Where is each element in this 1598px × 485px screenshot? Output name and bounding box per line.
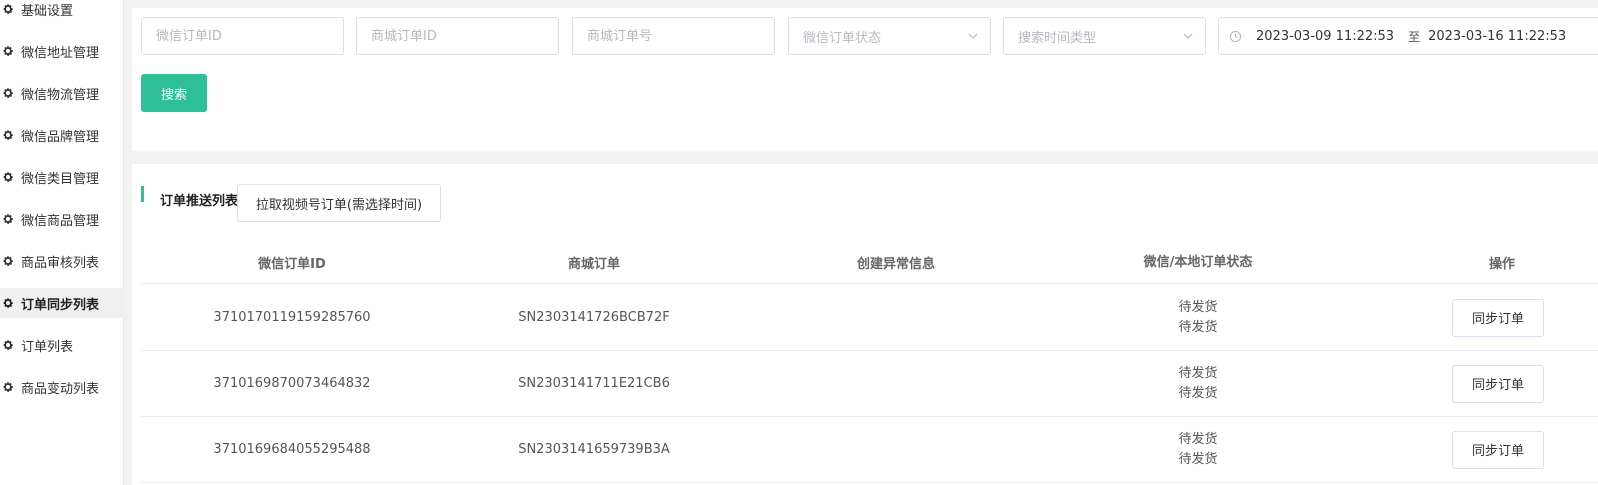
sidebar-item-wx-goods[interactable]: 微信商品管理 (0, 204, 124, 234)
sync-order-button[interactable]: 同步订单 (1452, 298, 1544, 337)
sidebar-item-label: 订单同步列表 (21, 297, 100, 313)
table-header: 微信订单ID 商城订单 创建异常信息 微信/本地订单状态 操作 (141, 242, 1598, 284)
sidebar-item-label: 微信物流管理 (21, 87, 100, 103)
sync-order-button[interactable]: 同步订单 (1452, 364, 1544, 403)
mall-order-cell: SN2303141726BCB72F (518, 310, 670, 325)
error-info-cell (745, 285, 1047, 350)
wx-order-status-placeholder: 微信订单状态 (803, 30, 882, 46)
wx-order-id-input[interactable] (156, 18, 343, 54)
date-start[interactable]: 2023-03-09 11:22:53 (1256, 29, 1394, 44)
sidebar-item-order-list[interactable]: 订单列表 (0, 330, 124, 360)
wx-order-id-cell: 3710169870073464832 (213, 376, 371, 391)
column-header: 微信/本地订单状态 (1143, 254, 1253, 270)
wx-order-id-cell: 3710169684055295488 (213, 442, 371, 457)
action-cell: 同步订单 (1349, 417, 1598, 482)
sidebar: 基础设置 微信地址管理 微信物流管理 微信品牌管理 微信类目管理 微信商品管理 … (0, 0, 124, 485)
date-range-picker[interactable]: 2023-03-09 11:22:53 至 2023-03-16 11:22:5… (1218, 17, 1598, 55)
wx-order-id-cell: 3710170119159285760 (213, 310, 371, 325)
sidebar-item-label: 基础设置 (21, 3, 74, 19)
sidebar-item-wx-address[interactable]: 微信地址管理 (0, 36, 124, 66)
mall-order-id-field[interactable] (356, 17, 559, 55)
gear-icon (3, 298, 13, 308)
status-cell: 待发货 待发货 (1047, 351, 1349, 416)
sidebar-item-label: 微信商品管理 (21, 213, 100, 229)
title-accent-bar (141, 186, 144, 202)
action-cell: 同步订单 (1349, 285, 1598, 350)
mall-order-no-input[interactable] (587, 18, 774, 54)
gear-icon (3, 340, 13, 350)
gear-icon (3, 4, 13, 14)
gear-icon (3, 256, 13, 266)
search-panel: 微信订单状态 搜索时间类型 2023-03-09 11:22:53 至 2023… (132, 8, 1598, 151)
local-status: 待发货 (1178, 385, 1218, 401)
sidebar-item-goods-audit[interactable]: 商品审核列表 (0, 246, 124, 276)
mall-order-cell: SN2303141711E21CB6 (518, 376, 670, 391)
table-row: 3710169870073464832 SN2303141711E21CB6 待… (141, 351, 1598, 417)
chevron-down-icon (1183, 33, 1193, 39)
column-header: 操作 (1489, 257, 1516, 272)
time-type-select[interactable]: 搜索时间类型 (1003, 17, 1206, 55)
sidebar-item-label: 微信品牌管理 (21, 129, 100, 145)
sidebar-item-basic-settings[interactable]: 基础设置 (0, 0, 124, 24)
wx-status: 待发货 (1178, 299, 1218, 315)
column-header: 商城订单 (567, 257, 620, 272)
wx-status: 待发货 (1178, 431, 1218, 447)
sidebar-item-label: 商品审核列表 (21, 255, 100, 271)
gear-icon (3, 214, 13, 224)
search-button[interactable]: 搜索 (141, 74, 207, 112)
local-status: 待发货 (1178, 451, 1218, 467)
sidebar-item-label: 商品变动列表 (21, 381, 100, 397)
date-separator: 至 (1408, 29, 1421, 44)
date-end[interactable]: 2023-03-16 11:22:53 (1428, 29, 1566, 44)
chevron-down-icon (968, 33, 978, 39)
wx-order-id-field[interactable] (141, 17, 344, 55)
sidebar-item-order-sync[interactable]: 订单同步列表 (0, 288, 124, 318)
sidebar-item-label: 订单列表 (21, 339, 74, 355)
wx-order-status-select[interactable]: 微信订单状态 (788, 17, 991, 55)
status-cell: 待发货 待发货 (1047, 285, 1349, 350)
sidebar-item-wx-logistics[interactable]: 微信物流管理 (0, 78, 124, 108)
sidebar-item-label: 微信类目管理 (21, 171, 100, 187)
action-cell: 同步订单 (1349, 351, 1598, 416)
table-row: 3710169684055295488 SN2303141659739B3A 待… (141, 417, 1598, 483)
sidebar-item-goods-change[interactable]: 商品变动列表 (0, 372, 124, 402)
sidebar-item-wx-category[interactable]: 微信类目管理 (0, 162, 124, 192)
mall-order-no-field[interactable] (572, 17, 775, 55)
gear-icon (3, 88, 13, 98)
sync-order-button[interactable]: 同步订单 (1452, 430, 1544, 469)
error-info-cell (745, 351, 1047, 416)
order-push-list-panel: 订单推送列表 拉取视频号订单(需选择时间) 微信订单ID 商城订单 创建异常信息… (132, 164, 1598, 485)
pull-channel-orders-button[interactable]: 拉取视频号订单(需选择时间) (237, 184, 441, 222)
mall-order-id-input[interactable] (371, 18, 558, 54)
clock-icon (1229, 30, 1242, 42)
time-type-placeholder: 搜索时间类型 (1018, 30, 1097, 46)
status-cell: 待发货 待发货 (1047, 417, 1349, 482)
sidebar-item-label: 微信地址管理 (21, 45, 100, 61)
gear-icon (3, 172, 13, 182)
gear-icon (3, 46, 13, 56)
gear-icon (3, 130, 13, 140)
sidebar-item-wx-brand[interactable]: 微信品牌管理 (0, 120, 124, 150)
wx-status: 待发货 (1178, 365, 1218, 381)
list-title: 订单推送列表 (160, 194, 239, 209)
table-row: 3710170119159285760 SN2303141726BCB72F 待… (141, 285, 1598, 351)
column-header: 微信订单ID (258, 257, 326, 272)
column-header: 创建异常信息 (856, 257, 935, 272)
gear-icon (3, 382, 13, 392)
local-status: 待发货 (1178, 319, 1218, 335)
mall-order-cell: SN2303141659739B3A (518, 442, 670, 457)
error-info-cell (745, 417, 1047, 482)
